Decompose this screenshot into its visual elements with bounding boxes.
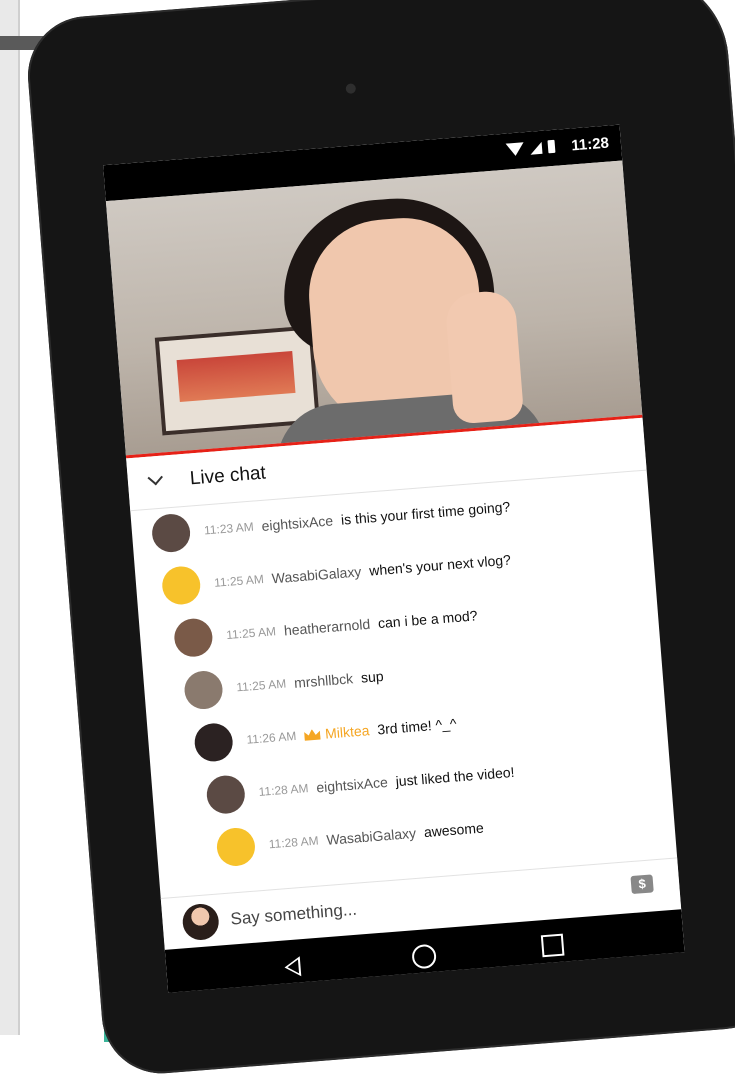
status-icons xyxy=(505,139,556,157)
wifi-icon xyxy=(505,142,525,157)
message-text: can i be a mod? xyxy=(377,607,478,632)
avatar[interactable] xyxy=(215,826,257,868)
message-author[interactable]: WasabiGalaxy xyxy=(271,563,362,586)
superchat-icon[interactable]: $ xyxy=(630,874,654,895)
avatar[interactable] xyxy=(172,617,214,659)
message-time: 11:25 AM xyxy=(225,624,277,643)
message-text: is this your first time going? xyxy=(340,498,511,528)
avatar[interactable] xyxy=(150,512,192,554)
wall-painting xyxy=(154,325,320,436)
video-hand xyxy=(444,289,525,425)
avatar[interactable] xyxy=(193,721,235,763)
live-chat-title: Live chat xyxy=(189,462,267,490)
chevron-down-icon[interactable] xyxy=(147,469,163,486)
avatar[interactable] xyxy=(183,669,224,711)
chat-message-list[interactable]: 11:23 AM eightsixAce is this your first ti… xyxy=(130,471,678,910)
avatar[interactable] xyxy=(160,565,202,606)
background-panel xyxy=(0,0,20,1035)
status-time: 11:28 xyxy=(570,134,610,155)
nav-recents-icon[interactable] xyxy=(540,933,565,958)
nav-home-icon[interactable] xyxy=(411,943,438,970)
message-text: 3rd time! ^_^ xyxy=(376,715,458,738)
message-author[interactable]: eightsixAce xyxy=(316,774,389,796)
message-time: 11:28 AM xyxy=(258,781,309,799)
message-author[interactable]: eightsixAce xyxy=(261,512,334,534)
message-time: 11:26 AM xyxy=(246,728,297,747)
message-author[interactable]: WasabiGalaxy xyxy=(326,825,417,848)
message-time: 11:25 AM xyxy=(235,676,287,695)
message-time: 11:25 AM xyxy=(213,571,265,590)
message-time: 11:28 AM xyxy=(268,833,320,852)
signal-icon xyxy=(529,141,543,155)
message-text: sup xyxy=(360,667,385,686)
live-video-player[interactable] xyxy=(105,160,643,456)
tablet-device: 11:28 Live chat 11:23 AM eightsixAce is th… xyxy=(23,0,735,1078)
nav-back-icon[interactable] xyxy=(283,956,302,978)
message-text: when's your next vlog? xyxy=(368,551,512,579)
message-author[interactable]: Milktea xyxy=(325,722,370,741)
message-text: awesome xyxy=(423,819,485,841)
device-screen: 11:28 Live chat 11:23 AM eightsixAce is th… xyxy=(103,124,685,993)
message-author[interactable]: heatherarnold xyxy=(283,616,370,639)
battery-icon xyxy=(547,139,556,154)
front-camera xyxy=(345,83,357,94)
message-text: just liked the video! xyxy=(395,763,516,790)
message-time: 11:23 AM xyxy=(203,519,255,538)
avatar xyxy=(181,902,221,942)
avatar[interactable] xyxy=(205,774,247,816)
message-author[interactable]: mrshllbck xyxy=(293,670,353,691)
crown-icon xyxy=(304,729,321,741)
